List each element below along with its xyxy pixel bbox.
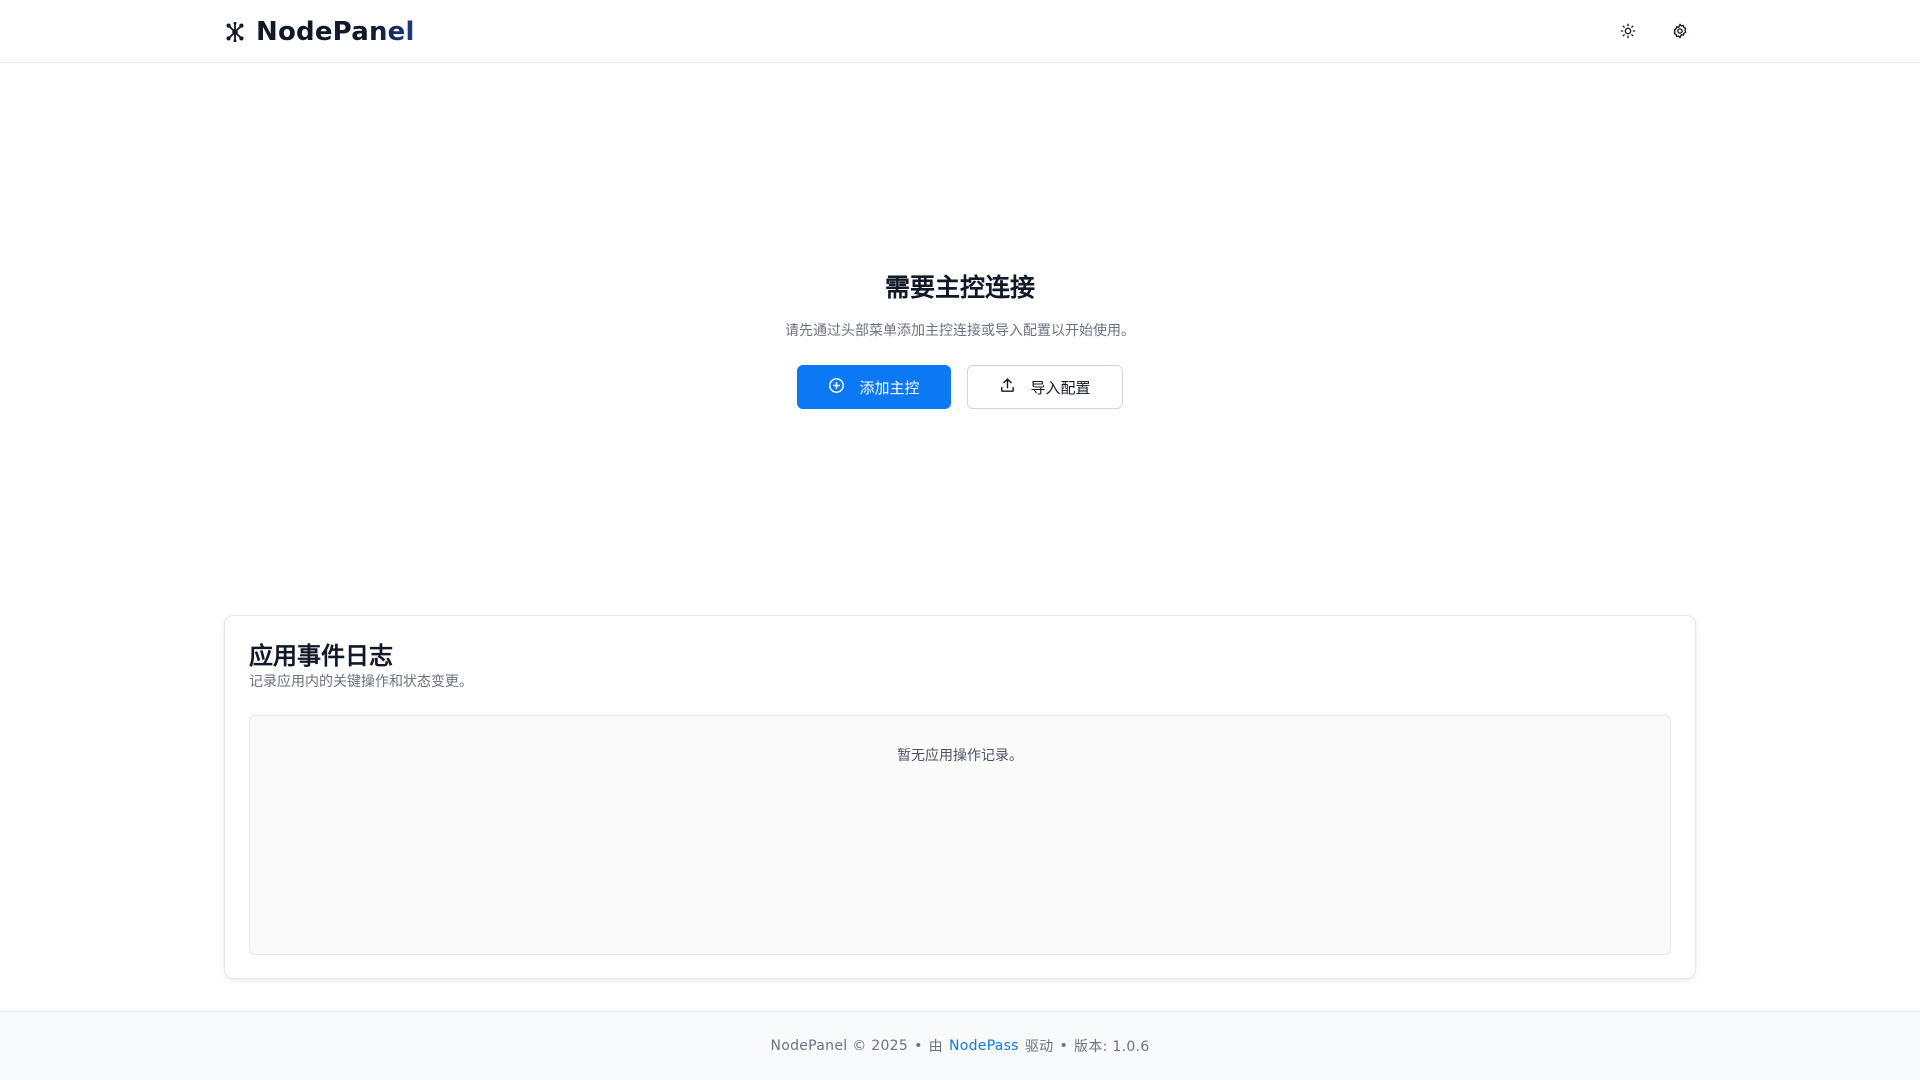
add-master-label: 添加主控 <box>859 378 920 397</box>
add-master-button[interactable]: 添加主控 <box>797 365 951 409</box>
gear-icon <box>1672 23 1688 42</box>
empty-state-actions: 添加主控 导入配置 <box>0 365 1920 409</box>
theme-toggle-button[interactable] <box>1610 14 1646 50</box>
import-config-button[interactable]: 导入配置 <box>967 365 1123 409</box>
event-log-list[interactable]: 暂无应用操作记录。 <box>249 715 1671 955</box>
empty-state-description: 请先通过头部菜单添加主控连接或导入配置以开始使用。 <box>785 323 1135 339</box>
brand-logo-link[interactable]: NodePanel <box>224 14 415 50</box>
footer-separator: • <box>914 1038 923 1054</box>
event-log-card: 应用事件日志 记录应用内的关键操作和状态变更。 暂无应用操作记录。 <box>224 615 1696 979</box>
app-footer: NodePanel © 2025 • 由 NodePass 驱动 • 版本: 1… <box>0 1011 1920 1080</box>
footer-powered-suffix: 驱动 <box>1024 1039 1054 1055</box>
upload-icon <box>999 377 1016 398</box>
footer-separator-2: • <box>1059 1038 1069 1054</box>
event-log-subtitle: 记录应用内的关键操作和状态变更。 <box>249 674 473 690</box>
header-actions <box>1610 14 1698 50</box>
footer-powered-prefix: 由 <box>928 1039 943 1055</box>
brand-name: NodePanel <box>256 17 415 47</box>
footer-version: 版本: 1.0.6 <box>1074 1039 1150 1055</box>
footer-copyright: NodePanel © 2025 <box>770 1038 909 1054</box>
nodepass-link[interactable]: NodePass <box>949 1038 1019 1054</box>
event-log-title: 应用事件日志 <box>249 642 393 670</box>
app-header: NodePanel <box>0 0 1920 63</box>
cluster-nodes-icon <box>224 21 246 43</box>
empty-state-title: 需要主控连接 <box>884 273 1035 302</box>
import-config-label: 导入配置 <box>1030 378 1091 397</box>
event-log-empty-text: 暂无应用操作记录。 <box>897 748 1023 764</box>
empty-state: 需要主控连接 请先通过头部菜单添加主控连接或导入配置以开始使用。 添加主控 导入… <box>0 63 1920 613</box>
sun-icon <box>1620 23 1636 42</box>
settings-button[interactable] <box>1662 14 1698 50</box>
plus-circle-icon <box>828 377 845 398</box>
